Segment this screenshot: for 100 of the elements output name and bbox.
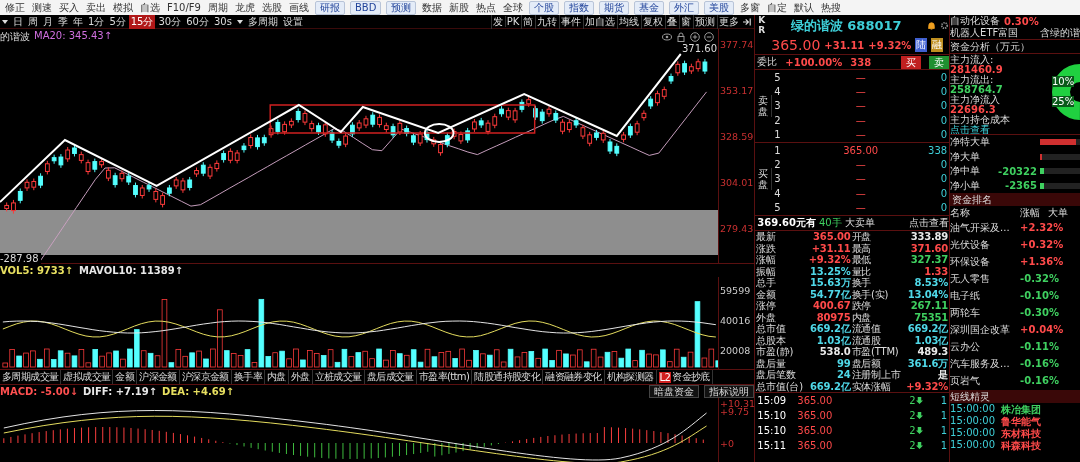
sector-name[interactable]: 页岩气	[950, 373, 1021, 388]
chart-mode-letter[interactable]: R	[758, 25, 766, 35]
indicator-tab[interactable]: 立桩成交量	[312, 370, 365, 384]
indicator-tab[interactable]: 多周期成交量	[0, 370, 62, 384]
alert-stock[interactable]: 株冶集团	[1001, 403, 1042, 415]
toolbar-item[interactable]: 模拟	[112, 0, 134, 15]
period-tab[interactable]: 年	[71, 14, 85, 29]
period-tab[interactable]: 季	[56, 14, 70, 29]
etf-name[interactable]: 机器人ETF富国	[950, 26, 1019, 40]
toolbar-button[interactable]: 基金	[634, 0, 665, 15]
period-option[interactable]: 多周期	[245, 14, 280, 29]
trade-button[interactable]: 买	[901, 55, 922, 69]
toolbar-item[interactable]: 买入	[58, 0, 80, 15]
chart-tool[interactable]: 窗	[679, 14, 693, 29]
period-tab[interactable]: 周	[26, 14, 40, 29]
sector-name[interactable]: 光伏设备	[950, 237, 1021, 252]
toolbar-item[interactable]: 默认	[793, 0, 816, 15]
column-header[interactable]: 名称	[950, 206, 1013, 219]
sector-name[interactable]: 两轮车	[950, 305, 1021, 320]
period-tab[interactable]: 月	[41, 14, 55, 29]
toolbar-item[interactable]: 修正	[4, 0, 26, 15]
indicator-button[interactable]: 指标说明	[704, 385, 755, 398]
alert-stock[interactable]: 科森科技	[1001, 439, 1042, 451]
column-header[interactable]: 涨幅	[1020, 206, 1041, 219]
period-tab[interactable]: 60分	[184, 14, 211, 29]
sector-name[interactable]: 环保设备	[950, 254, 1021, 269]
toolbar-item[interactable]: 全球	[502, 0, 525, 15]
view-link[interactable]: 点击查看	[950, 125, 1011, 134]
indicator-tab[interactable]: 内盘	[265, 370, 289, 384]
indicator-tab[interactable]: 机构探测器	[604, 370, 657, 384]
sector-name[interactable]: 云办公	[950, 339, 1021, 354]
toolbar-button[interactable]: 预测	[386, 0, 417, 15]
zoom-in-icon[interactable]	[690, 32, 700, 42]
indicator-tab[interactable]: 虚拟成交量	[61, 370, 114, 384]
indicator-button[interactable]: 暗盘资金	[649, 385, 700, 398]
toolbar-item[interactable]: F10/F9	[166, 2, 202, 13]
indicator-tab[interactable]: L2 资金抄底	[656, 370, 713, 384]
indicator-tab[interactable]: 市盈率(ttm)	[416, 370, 473, 384]
toolbar-button[interactable]: 外汇	[669, 0, 700, 15]
chart-tool[interactable]: 九转	[535, 14, 559, 29]
toolbar-button[interactable]: 美股	[704, 0, 735, 15]
chart-tool[interactable]: 事件	[559, 14, 583, 29]
period-option[interactable]: 设置	[280, 14, 305, 29]
toolbar-button[interactable]: 个股	[529, 0, 560, 15]
chart-tool[interactable]: 发	[490, 14, 504, 29]
period-tab[interactable]: 1分	[86, 14, 107, 29]
sector-name[interactable]: 深圳国企改革	[950, 322, 1021, 337]
toolbar-item[interactable]: 自定	[766, 0, 789, 15]
toolbar-item[interactable]: 测速	[31, 0, 53, 15]
period-tab[interactable]: 5分	[107, 14, 128, 29]
period-tab[interactable]: 30分	[156, 14, 184, 29]
period-tab[interactable]: 30s	[211, 16, 234, 27]
indicator-tab[interactable]: 外盘	[288, 370, 313, 384]
eye-icon[interactable]	[662, 32, 672, 42]
chart-tool[interactable]: 均线	[617, 14, 641, 29]
chart-tool[interactable]: 叠	[665, 14, 679, 29]
caret-icon[interactable]	[236, 19, 243, 24]
toolbar-button[interactable]: 指数	[564, 0, 595, 15]
indicator-tab[interactable]: 盘后成交量	[364, 370, 417, 384]
chart-tool[interactable]: 复权	[641, 14, 665, 29]
chart-tool[interactable]: 简	[521, 14, 535, 29]
toolbar-item[interactable]: 周期	[206, 0, 229, 15]
alert-stock[interactable]: 东材科技	[1001, 427, 1042, 439]
sector-name[interactable]: 汽车服务及...	[950, 356, 1021, 371]
chart-mode-letter[interactable]: K	[758, 16, 766, 26]
bell-icon[interactable]	[927, 21, 937, 30]
toolbar-item[interactable]: 自选	[139, 0, 161, 15]
toolbar-item[interactable]: 画线	[287, 0, 310, 15]
indicator-tab[interactable]: 金额	[113, 370, 138, 384]
indicator-tab[interactable]: 融资融券变化	[543, 370, 605, 384]
indicator-tab[interactable]: 换手率	[231, 370, 266, 384]
toolbar-item[interactable]: 数据	[421, 0, 444, 15]
view-link[interactable]: 点击查看	[909, 216, 950, 230]
toolbar-item[interactable]: 热搜	[820, 0, 843, 15]
industry-name[interactable]: 自动化设备	[950, 15, 1001, 28]
toolbar-button[interactable]: 期货	[599, 0, 630, 15]
toolbar-item[interactable]: 新股	[448, 0, 471, 15]
chart-tool[interactable]: 预测	[693, 14, 717, 29]
period-tab[interactable]: 日	[11, 14, 25, 29]
indicator-tab[interactable]: 陆股通持股变化	[472, 370, 544, 384]
toolbar-item[interactable]: 多窗	[739, 0, 762, 15]
collapse-icon[interactable]	[743, 17, 753, 26]
sector-name[interactable]: 电子纸	[950, 288, 1021, 303]
caret-icon[interactable]	[2, 19, 8, 24]
alert-stock[interactable]: 鲁华能气	[1001, 415, 1042, 427]
lock-icon[interactable]	[676, 32, 686, 42]
trade-button[interactable]: 卖	[929, 55, 950, 69]
toolbar-button[interactable]: 研报	[314, 0, 345, 15]
chart-tool[interactable]: 更多	[717, 14, 741, 29]
sector-name[interactable]: 油气开采及...	[950, 220, 1021, 235]
toolbar-item[interactable]: 选股	[260, 0, 283, 15]
column-header[interactable]: 大单	[1048, 206, 1069, 219]
toolbar-item[interactable]: 卖出	[85, 0, 107, 15]
toolbar-item[interactable]: 龙虎	[233, 0, 256, 15]
indicator-tab[interactable]: 沪深京金额	[179, 370, 232, 384]
sector-name[interactable]: 无人零售	[950, 271, 1021, 286]
toolbar-button[interactable]: BBD	[349, 0, 382, 15]
indicator-tab[interactable]: 沪深金额	[137, 370, 180, 384]
chart-tool[interactable]: 加自选	[583, 14, 617, 29]
chart-tool[interactable]: PK	[504, 16, 521, 27]
